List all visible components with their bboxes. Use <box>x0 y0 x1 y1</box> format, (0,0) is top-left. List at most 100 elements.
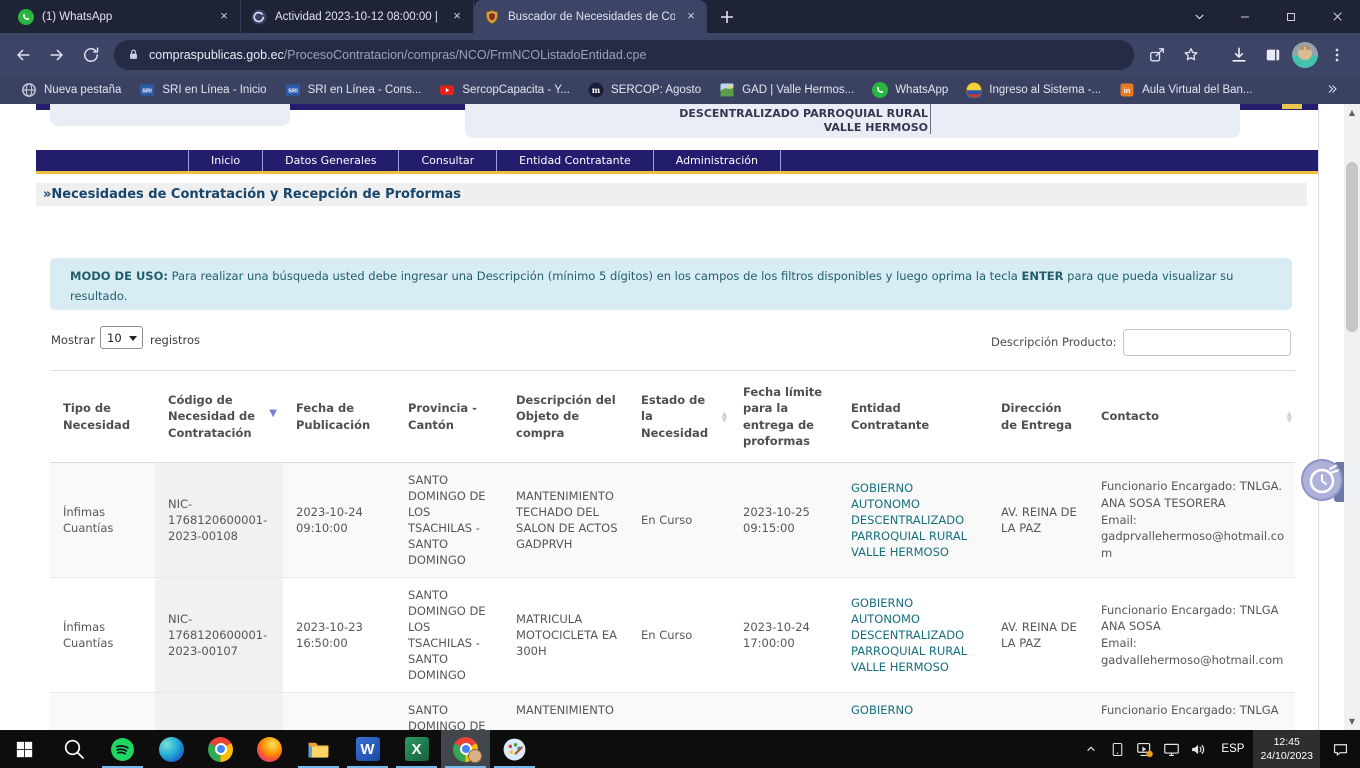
taskbar-spotify-button[interactable] <box>98 730 147 768</box>
bookmark-7[interactable]: Ingreso al Sistema -... <box>957 79 1110 101</box>
close-button[interactable] <box>1314 0 1360 33</box>
scroll-up-arrow[interactable]: ▲ <box>1344 104 1360 121</box>
taskbar-excel-button[interactable]: X <box>392 730 441 768</box>
tab-1[interactable]: Actividad 2023-10-12 08:00:00 | N× <box>241 0 474 33</box>
tab-2[interactable]: Buscador de Necesidades de Co× <box>474 0 707 33</box>
activity-icon <box>251 9 267 25</box>
url-text: compraspublicas.gob.ec/ProcesoContrataci… <box>149 48 646 62</box>
start-button[interactable] <box>0 730 49 768</box>
paint-icon <box>502 737 527 762</box>
cell-dir: AV. REINA DE LA PAZ <box>988 578 1088 693</box>
tab-search-button[interactable] <box>1176 0 1222 33</box>
bookmark-list: Nueva pestañaSRISRI en Línea - InicioSRI… <box>12 79 1262 101</box>
bookmark-3[interactable]: SercopCapacita - Y... <box>430 79 579 101</box>
tray-update-button[interactable] <box>1131 730 1158 768</box>
url-bar[interactable]: compraspublicas.gob.ec/ProcesoContrataci… <box>114 40 1134 70</box>
cell-entidad[interactable]: GOBIERNO AUTONOMO DESCENTRALIZADO PARROQ… <box>838 463 988 578</box>
minimize-button[interactable] <box>1222 0 1268 33</box>
table-header-row: Tipo de Necesidad Código de Necesidad de… <box>50 371 1295 463</box>
taskbar-explorer-button[interactable] <box>294 730 343 768</box>
cell-prov: SANTO DOMINGO DE LOS TSACHILAS - SANTO D… <box>395 578 503 693</box>
browser-menu-button[interactable] <box>1320 38 1354 72</box>
language-indicator[interactable]: ESP <box>1212 743 1253 755</box>
col-provincia[interactable]: Provincia - Cantón <box>395 371 503 463</box>
forward-button[interactable] <box>40 38 74 72</box>
site-header-left-panel <box>50 104 290 126</box>
taskbar-search-button[interactable] <box>49 730 98 768</box>
col-descripcion[interactable]: Descripción del Objeto de compra <box>503 371 628 463</box>
taskbar-chrome-profile-button[interactable] <box>441 730 490 768</box>
taskbar-chrome-button[interactable] <box>196 730 245 768</box>
cell-dir <box>988 693 1088 731</box>
entidad-link[interactable]: GOBIERNO AUTONOMO DESCENTRALIZADO PARROQ… <box>851 596 967 674</box>
page-size-select[interactable]: 10 <box>100 326 143 349</box>
cell-desc: MANTENIMIENTO <box>503 693 628 731</box>
taskbar-word-button[interactable]: W <box>343 730 392 768</box>
clock-date: 24/10/2023 <box>1260 749 1313 763</box>
records-label: registros <box>150 333 200 347</box>
usage-note-enter: ENTER <box>1021 269 1063 283</box>
bookmark-2[interactable]: SRISRI en Línea - Cons... <box>276 79 431 101</box>
product-description-input[interactable] <box>1123 329 1291 356</box>
col-estado[interactable]: Estado de la Necesidad▲▼ <box>628 371 730 463</box>
entidad-link[interactable]: GOBIERNO AUTONOMO DESCENTRALIZADO PARROQ… <box>851 481 967 559</box>
taskbar-clock[interactable]: 12:45 24/10/2023 <box>1253 730 1320 768</box>
bookmark-1[interactable]: SRISRI en Línea - Inicio <box>130 79 275 101</box>
scrollbar-thumb[interactable] <box>1346 162 1358 332</box>
side-panel-button[interactable] <box>1256 38 1290 72</box>
back-button[interactable] <box>6 38 40 72</box>
bookmark-6[interactable]: WhatsApp <box>863 79 957 101</box>
screen-share-icon <box>1135 740 1154 759</box>
nav-item-datos-generales[interactable]: Datos Generales <box>262 150 398 171</box>
col-entidad[interactable]: Entidad Contratante <box>838 371 988 463</box>
scroll-down-arrow[interactable]: ▼ <box>1344 713 1360 730</box>
bookmark-star-button[interactable] <box>1174 38 1208 72</box>
bookmark-8[interactable]: inAula Virtual del Ban... <box>1110 79 1261 101</box>
maximize-button[interactable] <box>1268 0 1314 33</box>
header-divider <box>930 104 931 134</box>
floating-clock-widget[interactable] <box>1300 458 1344 502</box>
cell-contacto: Funcionario Encargado: TNLGA ANA SOSAEma… <box>1088 578 1295 693</box>
bookmarks-overflow-button[interactable] <box>1316 83 1348 98</box>
col-fecha-publicacion[interactable]: Fecha de Publicación <box>283 371 395 463</box>
col-codigo[interactable]: Código de Necesidad de Contratación▼ <box>155 371 283 463</box>
col-tipo[interactable]: Tipo de Necesidad <box>50 371 155 463</box>
taskbar-paint-button[interactable] <box>490 730 539 768</box>
clock-time: 12:45 <box>1274 735 1300 749</box>
col-contacto[interactable]: Contacto▲▼ <box>1088 371 1295 463</box>
tray-chevron-button[interactable] <box>1077 730 1104 768</box>
tab-list: (1) WhatsApp×Actividad 2023-10-12 08:00:… <box>0 0 707 33</box>
col-fecha-limite[interactable]: Fecha límite para la entrega de proforma… <box>730 371 838 463</box>
tray-volume-button[interactable] <box>1185 730 1212 768</box>
new-tab-button[interactable] <box>713 3 741 31</box>
nav-item-consultar[interactable]: Consultar <box>398 150 496 171</box>
nav-item-inicio[interactable]: Inicio <box>188 150 262 171</box>
tab-close-button[interactable]: × <box>216 9 232 25</box>
col-estado-label: Estado de la Necesidad <box>641 393 708 439</box>
cell-entidad[interactable]: GOBIERNO <box>838 693 988 731</box>
tray-network-button[interactable] <box>1158 730 1185 768</box>
bookmark-0[interactable]: Nueva pestaña <box>12 79 130 101</box>
tab-close-button[interactable]: × <box>449 9 465 25</box>
taskbar-firefox-button[interactable] <box>245 730 294 768</box>
action-center-button[interactable] <box>1320 730 1360 768</box>
col-direccion[interactable]: Dirección de Entrega <box>988 371 1088 463</box>
page-scrollbar[interactable]: ▲ ▼ <box>1344 104 1360 730</box>
cell-prov: SANTO DOMINGO DE <box>395 693 503 731</box>
share-button[interactable] <box>1140 38 1174 72</box>
tray-tablet-button[interactable] <box>1104 730 1131 768</box>
profile-avatar[interactable] <box>1292 42 1318 68</box>
entidad-link[interactable]: GOBIERNO <box>851 703 913 717</box>
cell-fpub: 2023-10-24 09:10:00 <box>283 463 395 578</box>
tab-close-button[interactable]: × <box>683 9 699 25</box>
usage-note-label: MODO DE USO: <box>70 269 168 283</box>
bookmark-5[interactable]: GAD | Valle Hermos... <box>710 79 863 101</box>
nav-item-administracion[interactable]: Administración <box>653 150 781 171</box>
taskbar-edge-button[interactable] <box>147 730 196 768</box>
bookmark-4[interactable]: mSERCOP: Agosto <box>579 79 710 101</box>
nav-item-entidad-contratante[interactable]: Entidad Contratante <box>496 150 653 171</box>
downloads-button[interactable] <box>1222 38 1256 72</box>
reload-button[interactable] <box>74 38 108 72</box>
cell-entidad[interactable]: GOBIERNO AUTONOMO DESCENTRALIZADO PARROQ… <box>838 578 988 693</box>
tab-0[interactable]: (1) WhatsApp× <box>8 0 241 33</box>
